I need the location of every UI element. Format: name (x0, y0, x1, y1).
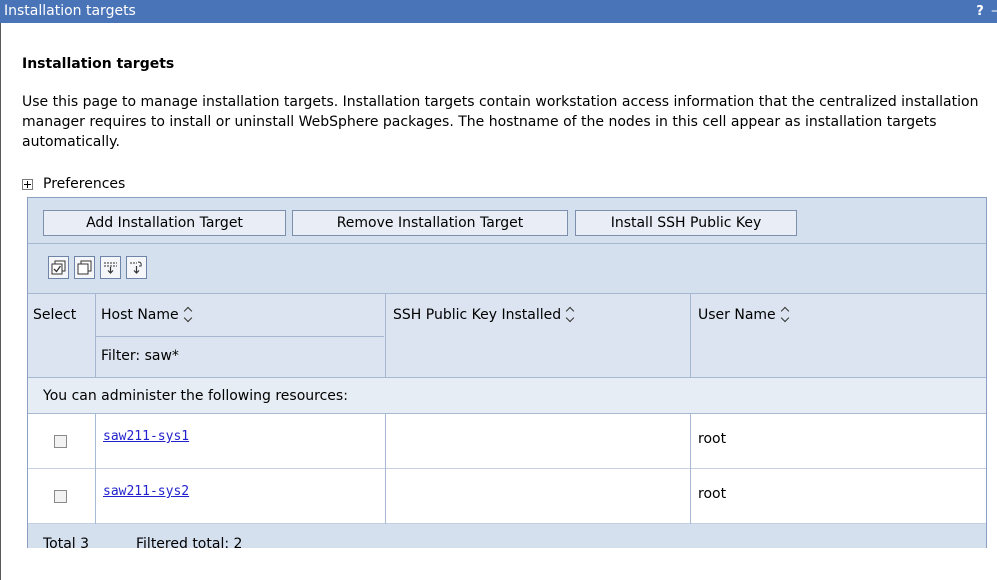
user-name-value: root (698, 486, 727, 502)
column-divider (690, 469, 691, 524)
page-title: Installation targets (22, 56, 175, 72)
resources-note: You can administer the following resourc… (43, 388, 348, 404)
table-row: saw211-sys2 root (28, 469, 986, 524)
column-header-select: Select (33, 307, 77, 323)
column-divider (385, 414, 386, 469)
row-select-checkbox[interactable] (54, 435, 67, 448)
deselect-all-icon[interactable] (74, 256, 95, 279)
column-header-user-name[interactable]: User Name (698, 305, 791, 325)
sort-icon[interactable] (184, 307, 194, 323)
row-select-checkbox[interactable] (54, 490, 67, 503)
host-name-label[interactable]: Host Name (101, 307, 179, 323)
resources-note-row: You can administer the following resourc… (28, 378, 986, 414)
host-name-link[interactable]: saw211-sys1 (103, 429, 189, 444)
preferences-label[interactable]: Preferences (43, 176, 125, 192)
filter-divider (96, 336, 384, 337)
clear-filter-icon[interactable] (126, 256, 147, 279)
window-left-border (0, 23, 1, 580)
table-icon-bar (28, 244, 986, 294)
column-divider (385, 469, 386, 524)
install-ssh-public-key-button[interactable]: Install SSH Public Key (575, 210, 797, 236)
show-filter-icon[interactable] (100, 256, 121, 279)
remove-installation-target-button[interactable]: Remove Installation Target (292, 210, 568, 236)
user-name-value: root (698, 431, 727, 447)
column-header-host-name[interactable]: Host Name (101, 305, 194, 325)
page-description: Use this page to manage installation tar… (22, 94, 979, 150)
main-content: Installation targets Use this page to ma… (22, 56, 982, 150)
column-divider (95, 469, 96, 524)
window-title: Installation targets (4, 3, 136, 19)
host-name-link[interactable]: saw211-sys2 (103, 484, 189, 499)
total-count: Total 3 (43, 536, 90, 552)
sort-icon[interactable] (566, 307, 576, 323)
minimize-button[interactable]: – (991, 0, 997, 23)
column-header-ssh-public-key-installed[interactable]: SSH Public Key Installed (393, 305, 576, 325)
host-name-filter[interactable]: Filter: saw* (101, 346, 179, 366)
table-footer: Total 3 Filtered total: 2 (28, 524, 986, 552)
help-button[interactable]: ? (973, 4, 987, 20)
add-installation-target-button[interactable]: Add Installation Target (43, 210, 286, 236)
table-row: saw211-sys1 root (28, 414, 986, 469)
select-all-icon[interactable] (48, 256, 69, 279)
column-divider (690, 294, 691, 378)
collection-panel: Add Installation Target Remove Installat… (27, 197, 987, 552)
preferences-toggle[interactable]: Preferences (22, 174, 125, 194)
table-header: Select Host Name Filter: saw* SSH Public… (28, 294, 986, 378)
filtered-total-count: Filtered total: 2 (136, 536, 243, 552)
ssh-key-label[interactable]: SSH Public Key Installed (393, 307, 561, 323)
column-divider (95, 414, 96, 469)
sort-icon[interactable] (781, 307, 791, 323)
button-bar: Add Installation Target Remove Installat… (28, 198, 986, 244)
column-divider (95, 294, 96, 378)
column-divider (385, 294, 386, 378)
expand-plus-icon[interactable] (22, 178, 33, 190)
column-divider (690, 414, 691, 469)
user-name-label[interactable]: User Name (698, 307, 776, 323)
window-title-bar: Installation targets ? – (0, 0, 997, 23)
